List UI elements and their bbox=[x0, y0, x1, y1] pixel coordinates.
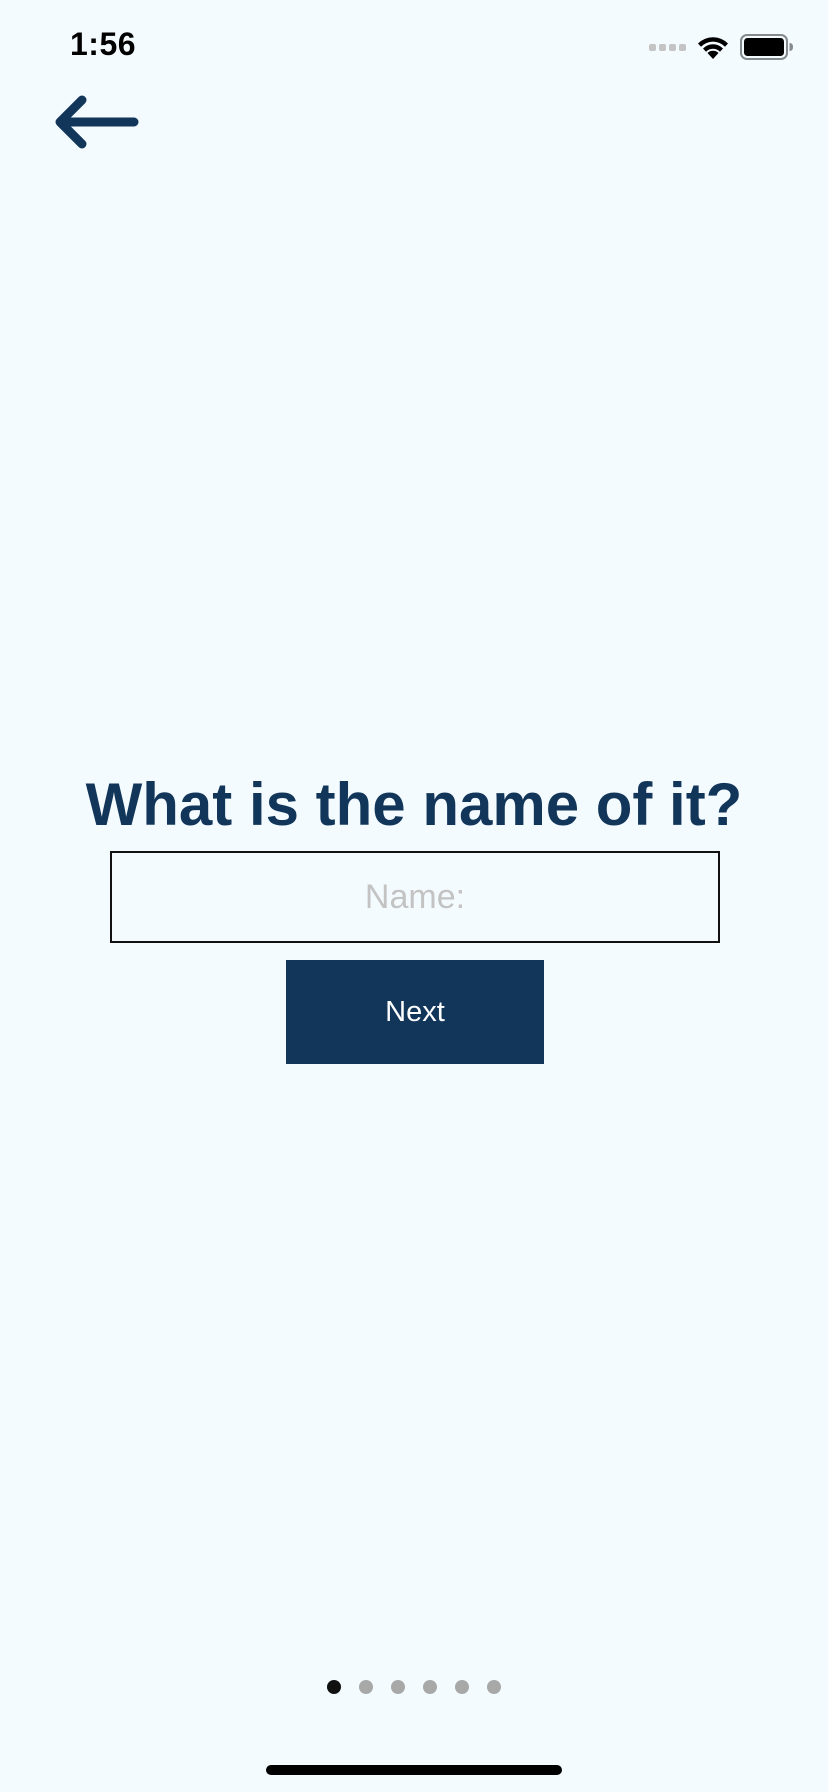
status-icons bbox=[649, 34, 794, 60]
status-bar: 1:56 bbox=[0, 0, 828, 100]
page-dot bbox=[391, 1680, 405, 1694]
left-arrow-icon bbox=[55, 95, 139, 149]
back-button[interactable] bbox=[50, 92, 142, 156]
page-dot bbox=[455, 1680, 469, 1694]
page-dot bbox=[359, 1680, 373, 1694]
wifi-icon bbox=[698, 37, 728, 59]
page-indicator bbox=[0, 1680, 828, 1694]
status-time: 1:56 bbox=[70, 26, 137, 62]
signal-dots-icon bbox=[649, 43, 686, 51]
question-heading: What is the name of it? bbox=[85, 771, 743, 838]
name-input[interactable] bbox=[110, 851, 720, 943]
home-indicator bbox=[266, 1765, 562, 1775]
screen: 1:56 What is the name of it? Next bbox=[0, 0, 828, 1792]
page-dot bbox=[487, 1680, 501, 1694]
next-button[interactable]: Next bbox=[286, 960, 544, 1064]
battery-icon bbox=[740, 34, 793, 60]
page-dot-active bbox=[327, 1680, 341, 1694]
page-dot bbox=[423, 1680, 437, 1694]
